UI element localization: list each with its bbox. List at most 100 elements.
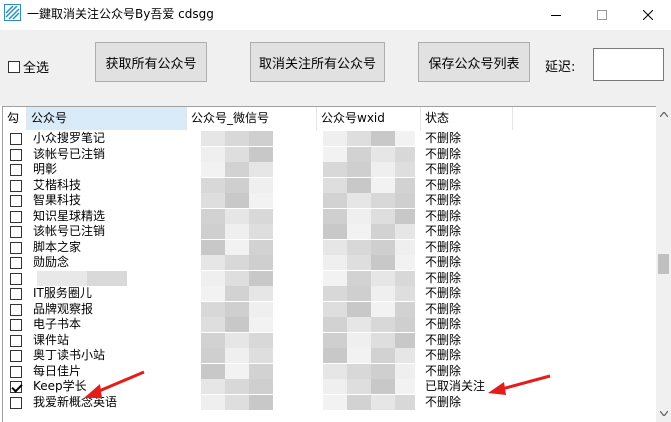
blurred-cell: [323, 317, 347, 332]
blurred-cell: [201, 286, 225, 301]
column-header-status[interactable]: 状态: [421, 107, 513, 130]
blurred-cell: [371, 286, 395, 301]
row-status: 不删除: [425, 208, 462, 223]
table-row[interactable]: 奥丁读书小站 不删除: [3, 348, 657, 363]
blurred-cell: [395, 270, 415, 286]
blurred-cell: [323, 239, 347, 255]
blurred-cell: [323, 363, 347, 379]
blurred-cell: [201, 301, 225, 317]
row-checkbox[interactable]: [10, 303, 22, 316]
table-row[interactable]: 明彰 不删除: [3, 162, 657, 177]
blurred-cell: [347, 208, 371, 224]
table-row[interactable]: 该帐号已注销 不删除: [3, 146, 657, 162]
chevron-up-icon: [659, 112, 668, 117]
select-all-box[interactable]: [8, 60, 20, 73]
row-checkbox[interactable]: [10, 148, 22, 161]
row-checkbox[interactable]: [10, 179, 22, 192]
table-row[interactable]: 课件站 不删除: [3, 332, 657, 348]
unfollow-all-button[interactable]: 取消关注所有公众号: [250, 42, 385, 82]
chevron-down-icon: [659, 411, 668, 416]
row-checkbox[interactable]: [10, 350, 22, 362]
blurred-cell: [395, 363, 415, 379]
annotation-arrow-left: [84, 370, 145, 398]
maximize-button[interactable]: [579, 0, 625, 30]
row-checkbox[interactable]: [10, 133, 22, 145]
blurred-cell: [395, 348, 415, 363]
table-row[interactable]: 脚本之家 不删除: [3, 239, 657, 255]
row-checkbox[interactable]: [10, 241, 22, 254]
row-checkbox[interactable]: [10, 396, 22, 409]
blurred-cell: [347, 224, 371, 239]
table-row[interactable]: 不删除: [3, 270, 657, 286]
scroll-thumb[interactable]: [658, 254, 669, 274]
blurred-cell: [395, 224, 415, 239]
table-row[interactable]: 电子书本 不删除: [3, 317, 657, 332]
column-header-wxid[interactable]: 公众号wxid: [317, 107, 421, 130]
delay-input[interactable]: [593, 48, 664, 81]
blurred-cell: [201, 162, 225, 177]
scroll-up-button[interactable]: [656, 106, 671, 123]
blurred-cell: [249, 348, 273, 363]
row-checkbox[interactable]: [10, 272, 22, 285]
blurred-cell: [249, 379, 273, 394]
vertical-scrollbar[interactable]: [656, 106, 671, 422]
blurred-cell: [347, 255, 371, 270]
blurred-cell: [225, 208, 249, 224]
blurred-cell: [225, 131, 249, 146]
blurred-cell: [249, 363, 273, 379]
row-account-name: 脚本之家: [33, 239, 82, 254]
blurred-cell: [395, 193, 415, 208]
row-checkbox[interactable]: [10, 195, 22, 207]
row-checkbox[interactable]: [10, 257, 22, 269]
blurred-cell: [371, 394, 395, 410]
blurred-cell: [395, 379, 415, 394]
column-header-wechat-id[interactable]: 公众号_微信号: [187, 107, 317, 130]
blurred-cell: [225, 162, 249, 177]
row-checkbox[interactable]: [10, 381, 22, 393]
blurred-cell: [395, 146, 415, 162]
row-account-name: 艾楷科技: [33, 177, 82, 192]
table-row[interactable]: IT服务圈儿 不删除: [3, 286, 657, 301]
blurred-cell: [225, 239, 249, 255]
blurred-cell: [249, 131, 273, 146]
table-row[interactable]: 知识星球精选 不删除: [3, 208, 657, 224]
select-all-checkbox[interactable]: 全选: [8, 57, 49, 76]
blurred-cell: [201, 379, 225, 394]
table-row[interactable]: 小众搜罗笔记 不删除: [3, 131, 657, 146]
table-row[interactable]: 艾楷科技 不删除: [3, 177, 657, 193]
close-icon: [643, 10, 653, 20]
row-checkbox[interactable]: [10, 365, 22, 378]
table-row[interactable]: 该帐号已注销 不删除: [3, 224, 657, 239]
blurred-cell: [201, 193, 225, 208]
blurred-cell: [323, 270, 347, 286]
column-header-name[interactable]: 公众号: [27, 107, 187, 130]
minimize-button[interactable]: [533, 0, 579, 30]
blurred-cell: [347, 177, 371, 193]
save-list-button[interactable]: 保存公众号列表: [418, 42, 530, 82]
blurred-cell: [323, 208, 347, 224]
blurred-cell: [323, 255, 347, 270]
scroll-down-button[interactable]: [656, 405, 671, 422]
app-icon: [4, 4, 21, 21]
blurred-cell: [249, 177, 273, 193]
row-checkbox[interactable]: [10, 210, 22, 223]
table-row[interactable]: 勋励念 不删除: [3, 255, 657, 270]
blurred-cell: [249, 162, 273, 177]
blurred-cell: [201, 348, 225, 363]
row-checkbox[interactable]: [10, 319, 22, 331]
table-row[interactable]: 智果科技 不删除: [3, 193, 657, 208]
row-checkbox[interactable]: [10, 226, 22, 238]
close-button[interactable]: [625, 0, 671, 30]
table-row[interactable]: 品牌观察报 不删除: [3, 301, 657, 317]
blurred-cell: [371, 363, 395, 379]
row-checkbox[interactable]: [10, 288, 22, 300]
blurred-cell: [371, 224, 395, 239]
blurred-cell: [347, 270, 371, 286]
blurred-cell: [225, 394, 249, 410]
blurred-cell: [249, 394, 273, 410]
blurred-cell: [347, 301, 371, 317]
column-header-check[interactable]: 勾: [3, 107, 27, 130]
row-checkbox[interactable]: [10, 334, 22, 347]
fetch-accounts-button[interactable]: 获取所有公众号: [95, 42, 207, 82]
row-checkbox[interactable]: [10, 164, 22, 176]
